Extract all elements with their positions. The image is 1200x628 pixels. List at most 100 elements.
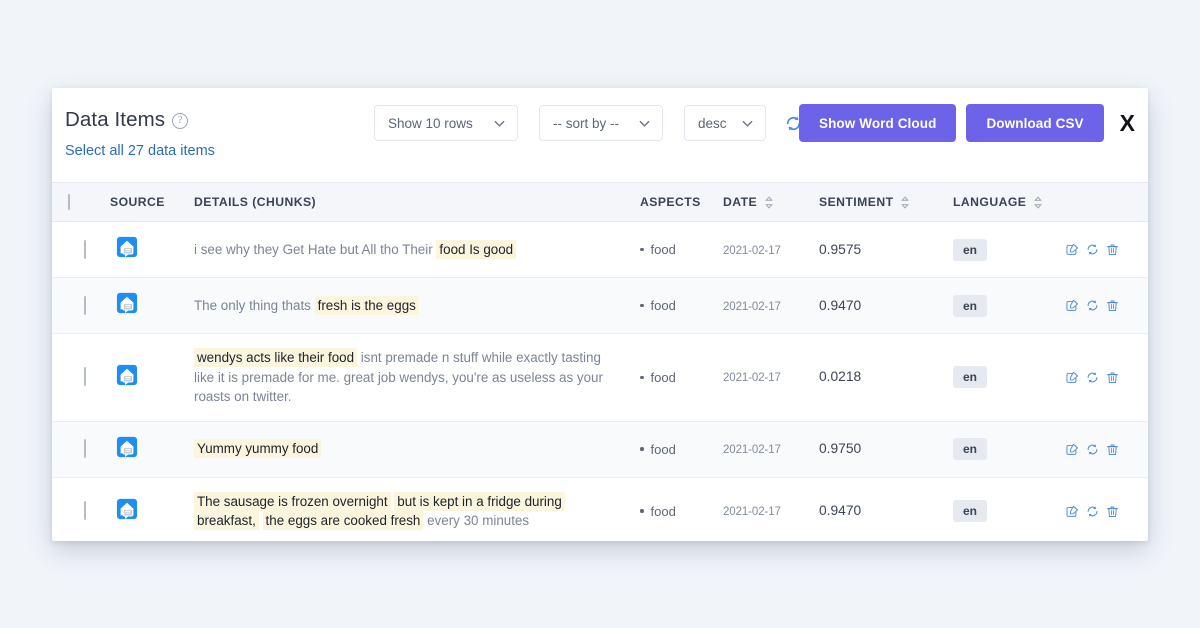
row-actions <box>1066 285 1148 326</box>
row-checkbox[interactable] <box>84 239 86 259</box>
card-header: Data Items ? Select all 27 data items Sh… <box>52 88 1148 182</box>
close-icon[interactable]: X <box>1120 111 1135 135</box>
table-row: i see why they Get Hate but All tho Thei… <box>52 222 1148 278</box>
chunk-text: Yummy yummy food <box>194 425 640 473</box>
row-checkbox[interactable] <box>84 501 86 520</box>
sentiment-value: 0.0218 <box>819 369 862 385</box>
delete-icon[interactable] <box>1106 371 1119 384</box>
row-actions-cell <box>1066 421 1148 477</box>
chunk-text: i see why they Get Hate but All tho Thei… <box>194 226 640 274</box>
edit-icon[interactable] <box>1066 443 1079 456</box>
table-body: i see why they Get Hate but All tho Thei… <box>52 222 1148 542</box>
row-actions-cell <box>1066 278 1148 334</box>
highlighted-chunk: food Is good <box>436 239 517 259</box>
rows-per-page-select[interactable]: Show 10 rows <box>374 105 518 141</box>
column-label-details: DETAILS (CHUNKS) <box>194 195 317 209</box>
bullet-icon <box>640 303 644 308</box>
plain-text: i see why they Get Hate but All tho Thei… <box>194 241 437 257</box>
row-date-cell: 2021-02-17 <box>723 477 819 541</box>
row-sentiment-cell: 0.9575 <box>819 222 953 278</box>
row-source-cell <box>110 222 194 278</box>
row-details-cell: The sausage is frozen overnight but is k… <box>194 477 640 541</box>
row-language-cell: en <box>953 477 1066 541</box>
social-post-icon[interactable] <box>116 364 138 390</box>
row-checkbox[interactable] <box>84 295 86 315</box>
row-details-cell: The only thing thats fresh is the eggs <box>194 278 640 334</box>
sort-direction-value: desc <box>698 115 727 131</box>
column-header-language[interactable]: LANGUAGE <box>953 183 1066 222</box>
column-header-sentiment[interactable]: SENTIMENT <box>819 183 953 222</box>
row-date-cell: 2021-02-17 <box>723 278 819 334</box>
sort-by-select[interactable]: -- sort by -- <box>539 105 663 141</box>
chunk-text: wendys acts like their food isnt premade… <box>194 334 640 421</box>
row-aspects-cell: food <box>640 334 723 422</box>
select-all-header-cell <box>52 183 110 222</box>
chevron-down-icon <box>493 117 506 130</box>
delete-icon[interactable] <box>1106 243 1119 256</box>
sentiment-value: 0.9470 <box>819 503 862 518</box>
date-value: 2021-02-17 <box>723 506 781 518</box>
aspect-label: food <box>650 441 676 457</box>
row-select-cell <box>52 278 110 334</box>
sort-direction-select[interactable]: desc <box>684 105 766 141</box>
row-sentiment-cell: 0.9470 <box>819 477 953 541</box>
row-language-cell: en <box>953 421 1066 477</box>
edit-icon[interactable] <box>1066 299 1079 312</box>
aspect-tag: food <box>640 442 723 457</box>
highlighted-chunk: fresh is the eggs <box>314 295 419 315</box>
row-aspects-cell: food <box>640 421 723 477</box>
edit-icon[interactable] <box>1066 371 1079 384</box>
sort-toggle-icon[interactable] <box>765 195 773 209</box>
reprocess-icon[interactable] <box>1086 371 1099 384</box>
row-language-cell: en <box>953 278 1066 334</box>
column-label-aspects: ASPECTS <box>640 195 701 209</box>
edit-icon[interactable] <box>1066 243 1079 256</box>
social-post-icon[interactable] <box>116 436 138 462</box>
delete-icon[interactable] <box>1106 505 1119 518</box>
select-all-checkbox[interactable] <box>68 194 70 210</box>
help-circle-icon[interactable]: ? <box>172 113 189 130</box>
chunk-text: The only thing thats fresh is the eggs <box>194 282 640 330</box>
social-post-icon[interactable] <box>116 236 138 262</box>
delete-icon[interactable] <box>1106 299 1119 312</box>
reprocess-icon[interactable] <box>1086 299 1099 312</box>
reprocess-icon[interactable] <box>1086 505 1099 518</box>
data-items-card: Data Items ? Select all 27 data items Sh… <box>52 88 1148 541</box>
column-label-source: SOURCE <box>110 195 165 209</box>
column-header-date[interactable]: DATE <box>723 183 819 222</box>
table-head: SOURCE DETAILS (CHUNKS) ASPECTS DATE SEN… <box>52 182 1148 222</box>
row-actions <box>1066 357 1148 398</box>
edit-icon[interactable] <box>1066 505 1079 518</box>
chevron-down-icon <box>638 117 651 130</box>
row-checkbox[interactable] <box>84 367 86 387</box>
chevron-down-icon <box>741 117 754 130</box>
column-header-aspects: ASPECTS <box>640 183 723 222</box>
highlighted-chunk: wendys acts like their food <box>194 348 358 367</box>
page-title: Data Items <box>65 108 166 131</box>
sentiment-value: 0.9750 <box>819 441 862 456</box>
row-select-cell <box>52 421 110 477</box>
reprocess-icon[interactable] <box>1086 443 1099 456</box>
plain-text: The only thing thats <box>194 297 315 313</box>
language-badge: en <box>953 438 988 460</box>
show-word-cloud-button[interactable]: Show Word Cloud <box>798 104 957 142</box>
sort-toggle-icon[interactable] <box>901 195 910 209</box>
row-checkbox[interactable] <box>84 439 86 458</box>
row-sentiment-cell: 0.9750 <box>819 421 953 477</box>
date-value: 2021-02-17 <box>723 372 781 385</box>
social-post-icon[interactable] <box>116 498 138 524</box>
row-select-cell <box>52 222 110 278</box>
social-post-icon[interactable] <box>116 292 138 318</box>
title-block: Data Items ? Select all 27 data items <box>65 108 215 159</box>
column-header-source: SOURCE <box>110 183 194 222</box>
select-all-link[interactable]: Select all 27 data items <box>65 143 215 159</box>
row-actions-cell <box>1066 334 1148 422</box>
page-background: Data Items ? Select all 27 data items Sh… <box>0 0 1200 628</box>
reprocess-icon[interactable] <box>1086 243 1099 256</box>
row-sentiment-cell: 0.9470 <box>819 278 953 334</box>
aspect-tag: food <box>640 504 723 519</box>
sort-toggle-icon[interactable] <box>1034 195 1043 209</box>
table-row: wendys acts like their food isnt premade… <box>52 334 1148 422</box>
delete-icon[interactable] <box>1106 443 1119 456</box>
download-csv-button[interactable]: Download CSV <box>966 104 1104 142</box>
